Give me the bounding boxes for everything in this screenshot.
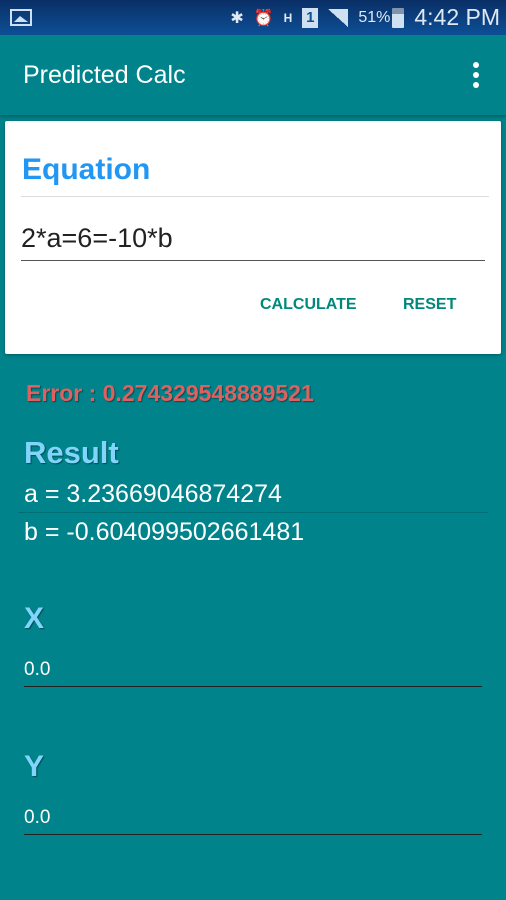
sim-icon: 1 bbox=[302, 7, 319, 28]
battery-icon bbox=[392, 7, 405, 28]
more-vert-icon[interactable] bbox=[469, 58, 483, 92]
y-input[interactable] bbox=[24, 801, 482, 835]
equation-input[interactable] bbox=[21, 216, 485, 261]
clock: 4:42 PM bbox=[414, 4, 500, 30]
calculate-button[interactable]: CALCULATE bbox=[260, 296, 357, 314]
result-a: a = 3.23669046874274 bbox=[24, 480, 282, 508]
result-label: Result bbox=[24, 435, 119, 470]
error-text: Error : 0.274329548889521 bbox=[26, 380, 314, 406]
x-label: X bbox=[24, 602, 45, 635]
network-type-icon: H bbox=[283, 10, 293, 25]
image-notification-icon bbox=[10, 9, 32, 26]
bluetooth-icon: ✱ bbox=[230, 9, 244, 27]
status-bar: ✱ ⏰ H 1 51% 4:42 PM bbox=[0, 0, 506, 35]
x-input[interactable] bbox=[24, 653, 482, 687]
signal-icon bbox=[328, 8, 349, 27]
divider bbox=[21, 196, 489, 197]
battery-percent: 51% bbox=[358, 8, 391, 26]
result-b: b = -0.604099502661481 bbox=[24, 518, 305, 546]
equation-card: Equation CALCULATE RESET bbox=[5, 121, 501, 354]
equation-label: Equation bbox=[22, 153, 151, 186]
alarm-icon: ⏰ bbox=[253, 9, 274, 27]
app-title: Predicted Calc bbox=[23, 60, 186, 89]
reset-button[interactable]: RESET bbox=[403, 296, 456, 314]
divider bbox=[18, 512, 488, 513]
app-bar: Predicted Calc bbox=[0, 35, 506, 115]
y-label: Y bbox=[24, 750, 45, 783]
